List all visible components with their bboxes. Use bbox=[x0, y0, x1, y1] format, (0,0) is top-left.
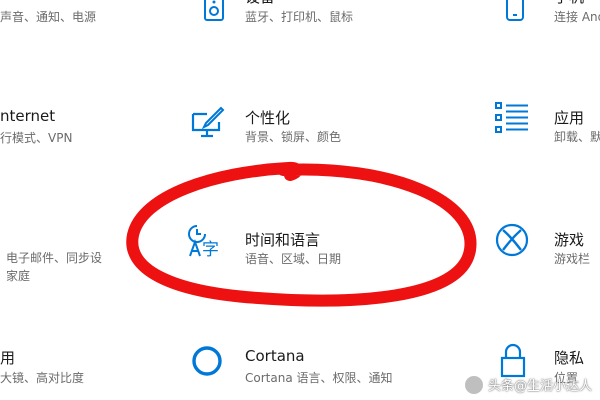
tile-privacy-title: 隐私 bbox=[554, 349, 585, 367]
tile-devices[interactable]: 设备 蓝牙、打印机、鼠标 bbox=[185, 0, 405, 40]
tile-accounts-desc-line1: 电子邮件、同步设 bbox=[6, 251, 103, 265]
tile-ease-title: 用 bbox=[0, 349, 16, 367]
tile-ease-desc: 大镜、高对比度 bbox=[0, 371, 85, 385]
tile-system[interactable]: 声音、通知、电源 bbox=[0, 0, 150, 40]
tile-cortana-desc: Cortana 语言、权限、通知 bbox=[245, 371, 393, 385]
tile-gaming-desc: 游戏栏 bbox=[554, 252, 591, 266]
tile-devices-title: 设备 bbox=[245, 0, 275, 7]
tile-time-language-title: 时间和语言 bbox=[245, 231, 321, 249]
tile-accounts-desc-line2: 家庭 bbox=[6, 269, 31, 283]
red-circle-annotation bbox=[126, 161, 477, 307]
tile-accounts[interactable]: 电子邮件、同步设 家庭 bbox=[0, 245, 150, 290]
tile-system-desc: 声音、通知、电源 bbox=[0, 10, 97, 24]
tile-apps-desc: 卸载、默 bbox=[554, 130, 600, 144]
tile-phone-desc: 连接 Android bbox=[554, 10, 600, 24]
xbox-icon bbox=[494, 222, 530, 258]
watermark-text: 头条@生活小达人 bbox=[487, 379, 592, 394]
time-language-icon: 字 bbox=[187, 222, 227, 262]
tile-time-language-desc: 语音、区域、日期 bbox=[245, 252, 342, 266]
svg-text:字: 字 bbox=[202, 240, 219, 260]
list-icon bbox=[494, 100, 530, 136]
tile-personalization-title: 个性化 bbox=[245, 109, 291, 127]
tile-phone-title: 手机 bbox=[554, 0, 584, 7]
cortana-ring-icon bbox=[190, 344, 224, 378]
tile-devices-desc: 蓝牙、打印机、鼠标 bbox=[245, 10, 354, 24]
tile-network[interactable]: nternet 行模式、VPN bbox=[0, 105, 150, 150]
tile-gaming[interactable]: 游戏 游戏栏 bbox=[490, 222, 600, 272]
tile-personalization[interactable]: 个性化 背景、锁屏、颜色 bbox=[185, 100, 405, 150]
tile-network-title: nternet bbox=[0, 107, 56, 125]
tile-personalization-desc: 背景、锁屏、颜色 bbox=[245, 130, 342, 144]
watermark-badge-icon bbox=[464, 375, 483, 394]
keyboard-speaker-icon bbox=[199, 0, 229, 24]
watermark: 头条@生活小达人 bbox=[464, 375, 592, 394]
tile-time-language[interactable]: 字 时间和语言 语音、区域、日期 bbox=[185, 222, 405, 272]
paint-monitor-icon bbox=[189, 104, 225, 140]
tile-apps[interactable]: 应用 卸载、默 bbox=[490, 100, 600, 150]
phone-icon bbox=[502, 0, 528, 22]
tile-network-desc: 行模式、VPN bbox=[0, 131, 73, 145]
tile-ease-of-access[interactable]: 用 大镜、高对比度 bbox=[0, 345, 150, 390]
tile-apps-title: 应用 bbox=[554, 109, 585, 127]
tile-phone[interactable]: 手机 连接 Android bbox=[490, 0, 600, 40]
tile-cortana-title: Cortana bbox=[245, 347, 305, 365]
tile-cortana[interactable]: Cortana Cortana 语言、权限、通知 bbox=[185, 342, 425, 392]
tile-gaming-title: 游戏 bbox=[554, 231, 585, 249]
